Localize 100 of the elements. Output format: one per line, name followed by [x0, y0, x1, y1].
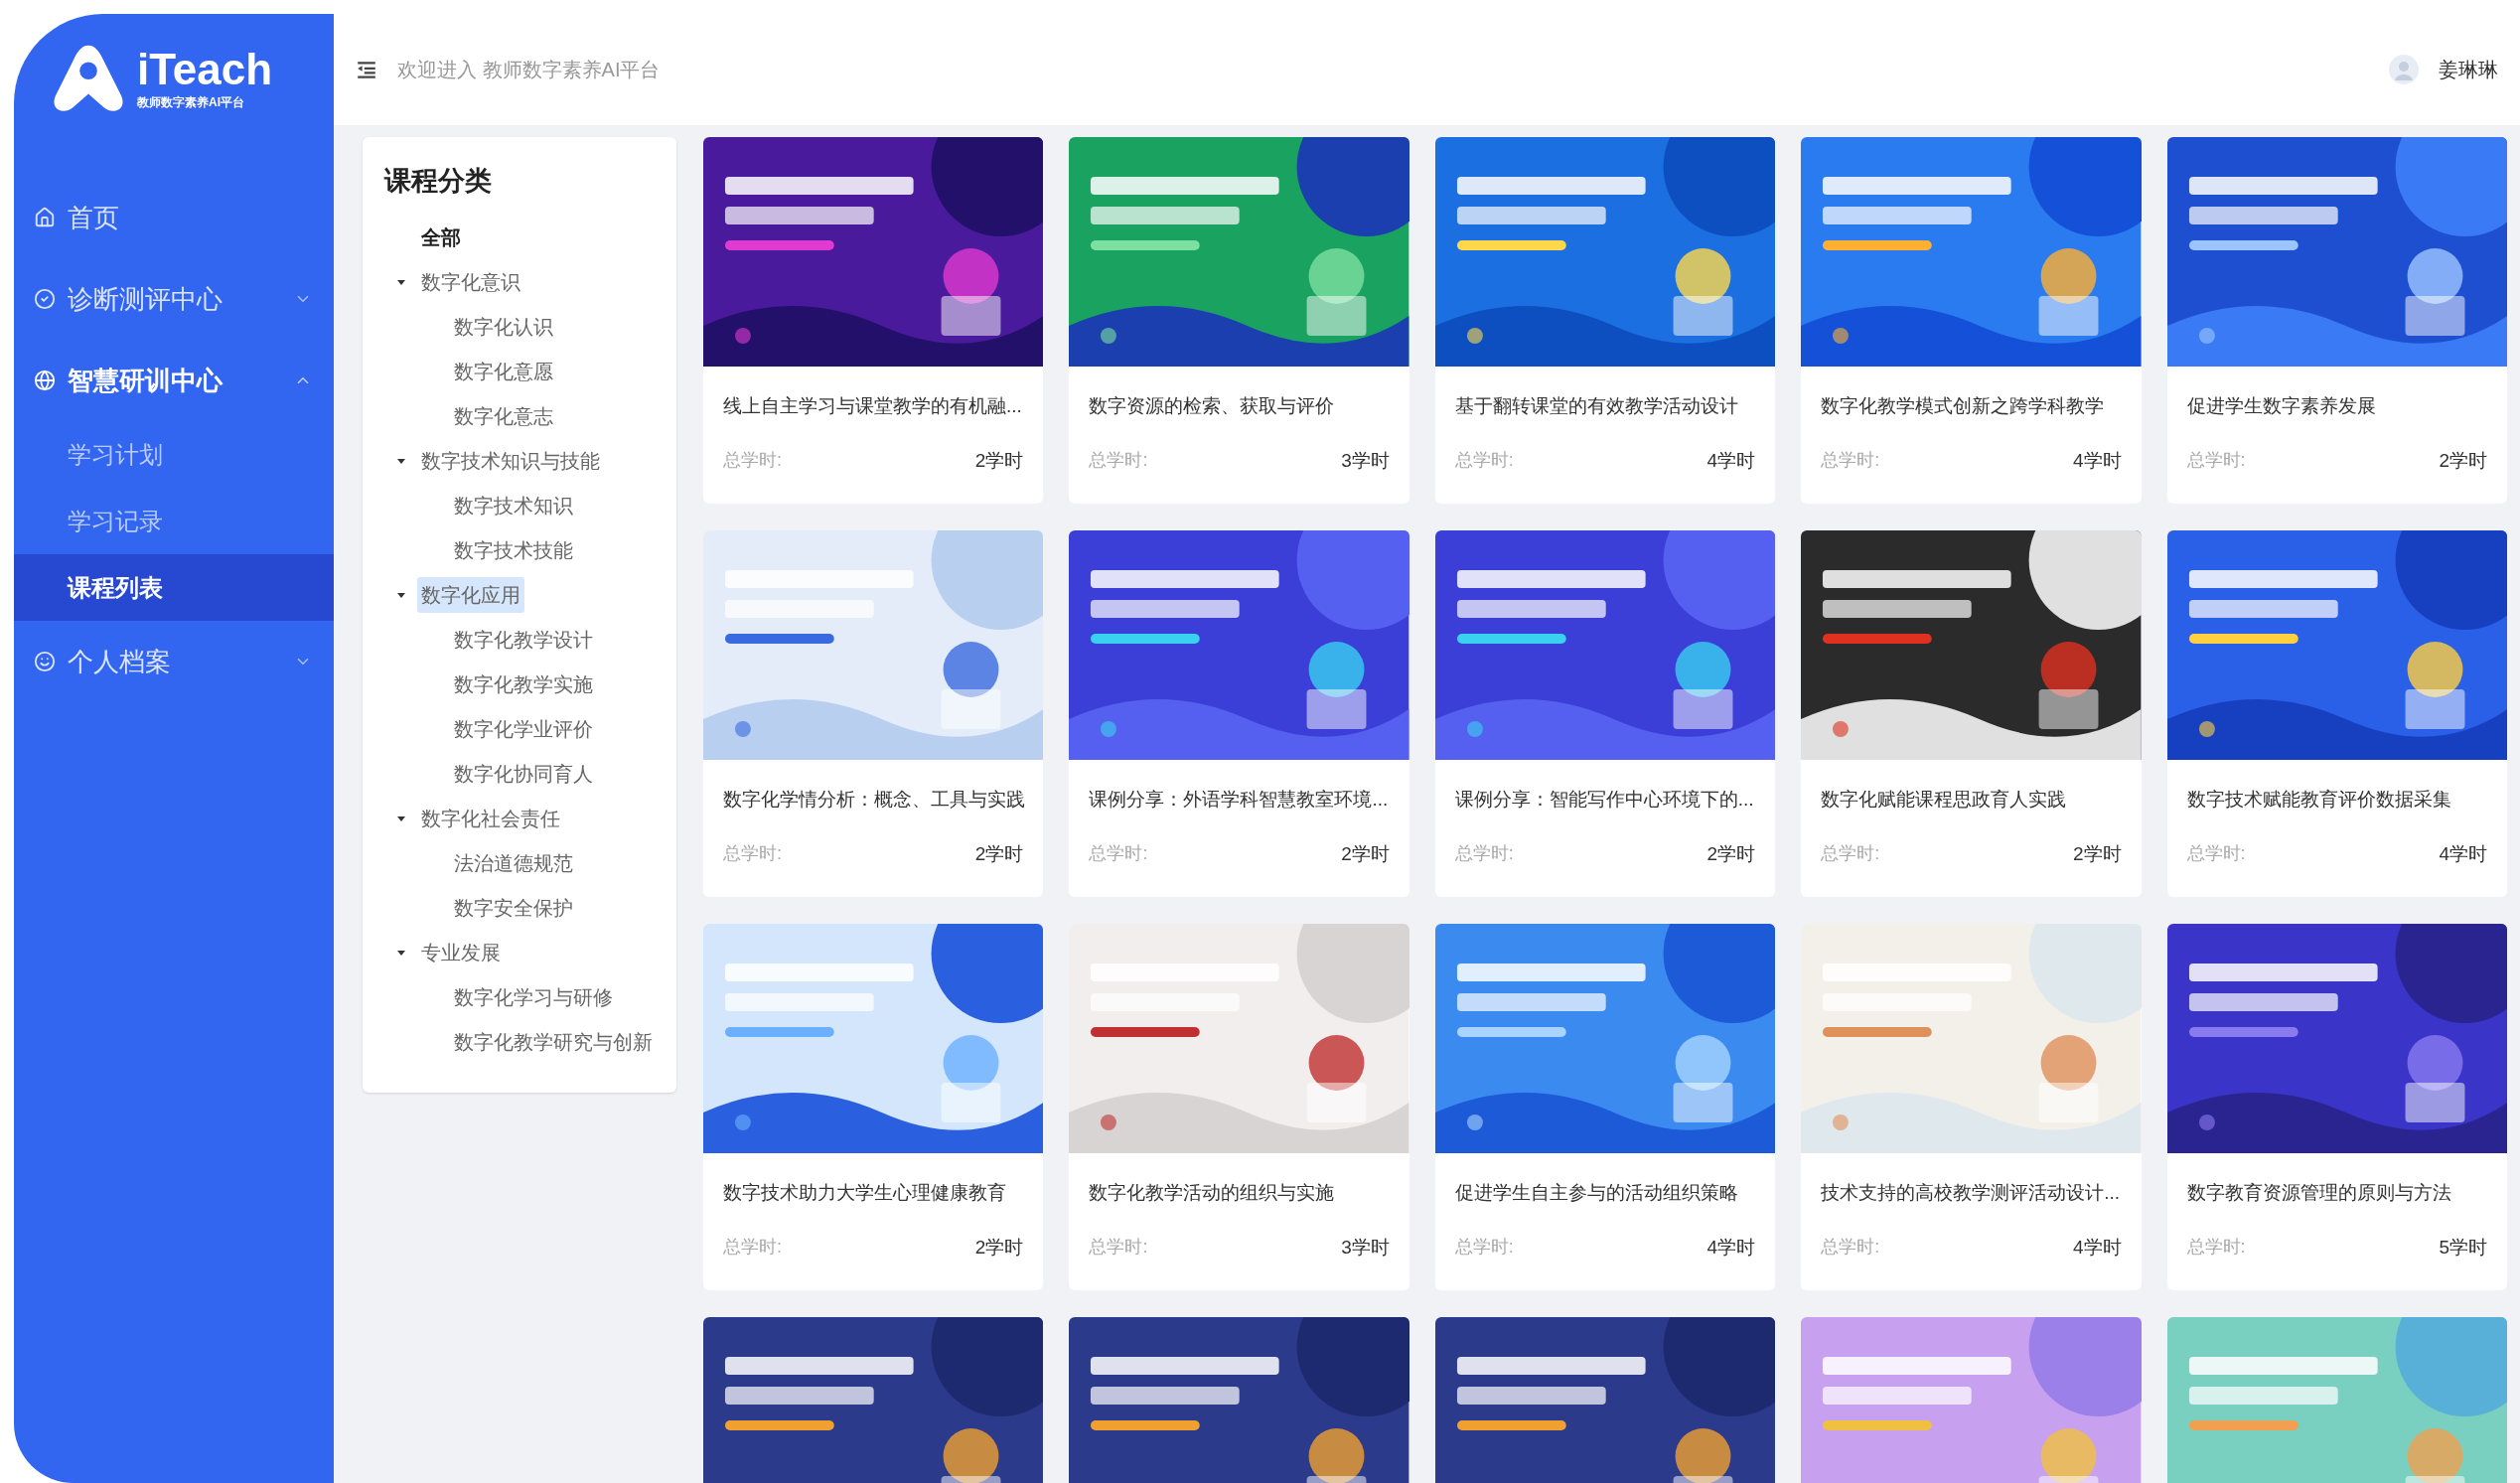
- home-icon: [34, 207, 56, 228]
- hours-label: 总学时:: [723, 842, 782, 866]
- course-title: 数字化教学模式创新之跨学科教学: [1821, 394, 2106, 418]
- logo-tagline: 教师数字素养AI平台: [137, 94, 245, 111]
- category-item[interactable]: 数字化学习与研修: [450, 979, 617, 1015]
- nav-label: 智慧研训中心: [68, 364, 224, 397]
- nav-label: 诊断测评中心: [68, 282, 223, 316]
- hours-value: 5学时: [2439, 1235, 2487, 1260]
- hours-value: 2学时: [1706, 841, 1756, 866]
- course-title: 数字教育资源管理的原则与方法: [2186, 1181, 2452, 1205]
- category-item[interactable]: 数字化教学研究与创新: [450, 1024, 657, 1060]
- course-title: 数字化学情分析：概念、工具与实践: [723, 788, 1024, 812]
- hours-value: 2学时: [974, 1235, 1024, 1260]
- hours-label: 总学时:: [1089, 1236, 1148, 1260]
- hours-label: 总学时:: [2186, 1236, 2246, 1260]
- course-card[interactable]: 课例分享：外语学科智慧教室环境... 总学时: 2学时: [1069, 530, 1409, 897]
- hours-value: 4学时: [2073, 448, 2122, 473]
- category-item[interactable]: 数字化意愿: [450, 354, 557, 389]
- hours-value: 2学时: [974, 448, 1024, 473]
- logo-name: iTeach: [137, 46, 273, 93]
- category-item[interactable]: 数字安全保护: [450, 890, 577, 926]
- course-card[interactable]: 课例分享：智能写作中心环境下的... 总学时: 2学时: [1434, 530, 1776, 897]
- hours-label: 总学时:: [1821, 449, 1880, 473]
- category-item[interactable]: 数字化学业评价: [450, 711, 597, 747]
- hours-label: 总学时:: [2186, 449, 2246, 473]
- nav-label: 首页: [68, 201, 120, 234]
- course-card[interactable]: 数字化赋能课程思政育人实践 总学时: 2学时: [1801, 530, 2142, 897]
- course-card[interactable]: 促进学生数字素养发展 总学时: 2学时: [2166, 137, 2507, 504]
- category-item[interactable]: 法治道德规范: [450, 845, 577, 881]
- hours-label: 总学时:: [1821, 842, 1880, 866]
- nav-item[interactable]: 个人档案: [14, 621, 334, 702]
- hours-label: 总学时:: [1454, 449, 1514, 473]
- hours-value: 2学时: [974, 841, 1024, 866]
- course-card[interactable]: 数字化学情分析：概念、工具与实践 总学时: 2学时: [703, 530, 1044, 897]
- category-item[interactable]: 数字技术知识与技能: [417, 443, 604, 479]
- course-card[interactable]: 数字技术赋能教育评价数据采集 总学时: 4学时: [2166, 530, 2507, 897]
- category-item[interactable]: 数字技术知识: [450, 488, 577, 523]
- hours-label: 总学时:: [1821, 1236, 1880, 1260]
- caret-down-icon[interactable]: [395, 277, 406, 287]
- caret-down-icon[interactable]: [395, 456, 406, 466]
- nav-subitem[interactable]: 课程列表: [14, 554, 334, 621]
- hours-label: 总学时:: [1454, 842, 1514, 866]
- nav-item[interactable]: 首页: [14, 177, 334, 258]
- category-item[interactable]: 数字技术技能: [450, 532, 577, 568]
- course-title: 课例分享：外语学科智慧教室环境...: [1089, 788, 1390, 812]
- category-item[interactable]: 数字化社会责任: [417, 801, 564, 836]
- hours-label: 总学时:: [1089, 842, 1148, 866]
- course-title: 数字技术赋能教育评价数据采集: [2186, 788, 2452, 812]
- course-title: 技术支持的高校教学测评活动设计...: [1821, 1181, 2122, 1205]
- caret-down-icon[interactable]: [395, 814, 406, 823]
- category-item[interactable]: 数字化协同育人: [450, 756, 597, 792]
- category-item[interactable]: 数字化认识: [450, 309, 557, 345]
- course-card[interactable]: 数字化教学活动的组织与实施 总学时: 3学时: [1069, 924, 1409, 1290]
- caret-down-icon[interactable]: [395, 590, 406, 600]
- course-card[interactable]: 技术支持的高校教学测评活动设计... 总学时: 4学时: [1801, 924, 2142, 1290]
- hours-value: 2学时: [2073, 841, 2122, 866]
- course-title: 促进学生自主参与的活动组织策略: [1454, 1181, 1739, 1205]
- course-title: 线上自主学习与课堂教学的有机融...: [723, 394, 1023, 418]
- nav-item[interactable]: 诊断测评中心: [14, 258, 334, 340]
- course-card[interactable]: 数字教育资源管理的原则与方法 总学时: 5学时: [2166, 924, 2507, 1290]
- category-item[interactable]: 数字化教学实施: [450, 667, 597, 702]
- category-item[interactable]: 专业发展: [417, 935, 505, 970]
- hours-value: 2学时: [1341, 841, 1390, 866]
- globe-icon: [34, 370, 56, 391]
- category-item[interactable]: 数字化教学设计: [450, 622, 597, 658]
- nav-item[interactable]: 智慧研训中心: [14, 340, 334, 421]
- hours-label: 总学时:: [723, 449, 782, 473]
- course-title: 促进学生数字素养发展: [2186, 394, 2377, 418]
- course-card[interactable]: 数字资源的检索、获取与评价 总学时: 3学时: [1069, 137, 1409, 504]
- category-item[interactable]: 数字化应用: [417, 577, 524, 613]
- course-title: 数字资源的检索、获取与评价: [1089, 394, 1336, 418]
- course-title: 基于翻转课堂的有效教学活动设计: [1454, 394, 1739, 418]
- hours-value: 4学时: [1706, 1235, 1756, 1260]
- course-card[interactable]: 线上自主学习与课堂教学的有机融... 总学时: 2学时: [703, 137, 1044, 504]
- check-circle-icon: [34, 288, 56, 310]
- hours-value: 4学时: [1706, 448, 1756, 473]
- hours-value: 4学时: [2073, 1235, 2122, 1260]
- hours-label: 总学时:: [2186, 842, 2246, 866]
- course-title: 数字化教学活动的组织与实施: [1089, 1181, 1336, 1205]
- menu-fold-icon[interactable]: [356, 59, 377, 80]
- hours-value: 4学时: [2439, 841, 2487, 866]
- category-item[interactable]: 数字化意志: [450, 398, 557, 434]
- hours-value: 3学时: [1341, 448, 1390, 473]
- user-name[interactable]: 姜琳琳: [2439, 55, 2498, 84]
- course-card[interactable]: 数字技术助力大学生心理健康教育 总学时: 2学时: [703, 924, 1044, 1290]
- category-item[interactable]: 全部: [417, 220, 465, 255]
- caret-down-icon[interactable]: [395, 948, 406, 958]
- hours-label: 总学时:: [1454, 1236, 1514, 1260]
- course-card[interactable]: 促进学生自主参与的活动组织策略 总学时: 4学时: [1434, 924, 1776, 1290]
- hours-value: 3学时: [1341, 1235, 1390, 1260]
- course-card[interactable]: 数字化教学模式创新之跨学科教学 总学时: 4学时: [1801, 137, 2142, 504]
- panel-title: 课程分类: [384, 165, 493, 198]
- category-item[interactable]: 数字化意识: [417, 264, 524, 300]
- course-card[interactable]: 基于翻转课堂的有效教学活动设计 总学时: 4学时: [1434, 137, 1776, 504]
- hours-value: 2学时: [2439, 448, 2487, 473]
- smile-icon: [34, 651, 56, 672]
- course-title: 数字化赋能课程思政育人实践: [1821, 788, 2068, 812]
- nav-label: 个人档案: [68, 645, 172, 678]
- hours-label: 总学时:: [1089, 449, 1148, 473]
- hours-label: 总学时:: [723, 1236, 782, 1260]
